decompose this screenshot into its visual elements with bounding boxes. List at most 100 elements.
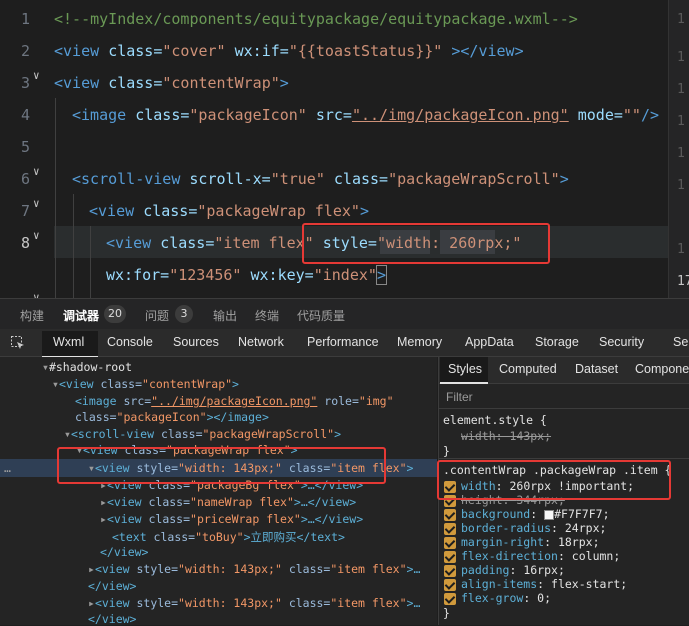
tree-node[interactable]: <text class="toBuy">立即购买</text>: [112, 529, 345, 545]
indent-guide: [90, 226, 91, 298]
tree-node-continuation: class="packageIcon"></image>: [75, 410, 269, 424]
tab-build[interactable]: 构建: [20, 307, 44, 324]
tab-storage[interactable]: Storage: [535, 335, 579, 349]
property-checkbox[interactable]: [444, 509, 456, 521]
line-number: 8: [20, 234, 30, 252]
tree-node[interactable]: ▸<view style="width: 143px;" class="item…: [88, 562, 420, 576]
tab-problems[interactable]: 问题: [145, 307, 169, 324]
line-number: 1: [677, 82, 685, 97]
tab-memory[interactable]: Memory: [397, 335, 442, 349]
css-prop-margin-right[interactable]: margin-right: 18rpx;: [461, 535, 600, 549]
tab-debugger[interactable]: 调试器: [63, 307, 99, 324]
tag-close: />: [640, 106, 660, 124]
expand-arrow-icon[interactable]: ▾: [42, 360, 49, 374]
code-line-9: wx:for="123456" wx:key="index">: [106, 265, 387, 285]
tab-terminal[interactable]: 终端: [255, 307, 279, 324]
fold-chevron-icon[interactable]: ∨: [33, 165, 40, 178]
attr: class=: [135, 106, 190, 124]
tag-open: <view: [106, 234, 161, 252]
property-checkbox[interactable]: [444, 551, 456, 563]
tab-sensors[interactable]: Sen: [673, 335, 689, 349]
tab-component[interactable]: Componen: [635, 362, 689, 376]
fold-chevron-icon[interactable]: ∨: [33, 197, 40, 210]
inspect-element-icon[interactable]: [10, 335, 26, 351]
expand-arrow-icon[interactable]: ▾: [64, 427, 71, 441]
styles-filter-input[interactable]: Filter: [439, 384, 689, 409]
tab-sources[interactable]: Sources: [173, 335, 219, 349]
tree-node[interactable]: ▸<view class="nameWrap flex">…</view>: [100, 495, 356, 509]
attr-value: "": [622, 106, 641, 124]
property-checkbox[interactable]: [444, 565, 456, 577]
indent-guide: [55, 98, 56, 298]
attr: class=: [160, 234, 215, 252]
attr-value: "packageWrap flex": [197, 202, 360, 220]
fold-chevron-icon[interactable]: ∨: [33, 291, 40, 298]
tab-output[interactable]: 输出: [213, 307, 237, 324]
attr-value: "item flex": [214, 234, 314, 252]
expand-arrow-icon[interactable]: ▾: [52, 377, 59, 391]
highlight-box-styles: [437, 460, 671, 500]
attr: wx:if=: [225, 42, 289, 60]
tree-node[interactable]: ▾<scroll-view class="packageWrapScroll">: [64, 427, 341, 441]
fold-chevron-icon[interactable]: ∨: [33, 69, 40, 82]
property-checkbox[interactable]: [444, 523, 456, 535]
attr-value: "packageIcon": [189, 106, 307, 124]
css-prop-background[interactable]: background: #F7F7F7;: [461, 507, 610, 521]
code-line-3: <view class="contentWrap">: [54, 74, 289, 92]
css-prop-padding[interactable]: padding: 16rpx;: [461, 563, 565, 577]
css-prop-flex-grow[interactable]: flex-grow: 0;: [461, 591, 551, 605]
tab-network[interactable]: Network: [238, 335, 284, 349]
property-checkbox[interactable]: [444, 579, 456, 591]
tab-computed[interactable]: Computed: [499, 362, 557, 376]
tab-code-quality[interactable]: 代码质量: [297, 307, 345, 324]
tab-performance[interactable]: Performance: [307, 335, 379, 349]
tree-node-close: </view>: [88, 612, 137, 626]
attr: class=: [108, 74, 163, 92]
expand-arrow-icon[interactable]: ▸: [88, 596, 95, 610]
property-checkbox[interactable]: [444, 537, 456, 549]
css-prop-border-radius[interactable]: border-radius: 24rpx;: [461, 521, 606, 535]
tag-open: <view: [54, 74, 109, 92]
element-style-selector: element.style {: [443, 413, 547, 427]
line-number: 1: [677, 114, 685, 129]
tab-wxml[interactable]: Wxml: [53, 335, 84, 349]
tab-styles[interactable]: Styles: [448, 362, 482, 376]
tab-security[interactable]: Security: [599, 335, 644, 349]
line-number: 2: [20, 42, 30, 60]
code-editor[interactable]: 1 2 3 4 5 6 7 8 ∨ ∨ ∨ ∨ ∨ <!--myIndex/co…: [0, 0, 689, 298]
attr-value: "{{toastStatus}}": [288, 42, 443, 60]
code-line-2: <view class="cover" wx:if="{{toastStatus…: [54, 42, 524, 60]
css-rule-close: }: [443, 606, 450, 620]
attr-value: "packageWrapScroll": [388, 170, 560, 188]
tree-node[interactable]: ▸<view class="priceWrap flex">…</view>: [100, 512, 363, 526]
property-checkbox[interactable]: [444, 593, 456, 605]
highlight-box-editor: [302, 223, 550, 264]
problems-count-badge: 3: [175, 305, 193, 323]
tree-node[interactable]: ▸<view style="width: 143px;" class="item…: [88, 596, 420, 610]
tab-dataset[interactable]: Dataset: [575, 362, 618, 376]
tree-node-shadow-root[interactable]: ▾#shadow-root: [42, 360, 132, 374]
tag-close: ></view>: [442, 42, 524, 60]
tree-node[interactable]: <image src="../img/packageIcon.png" role…: [75, 394, 394, 408]
element-style-prop[interactable]: width: 143px;: [461, 429, 551, 443]
tab-console[interactable]: Console: [107, 335, 153, 349]
expand-arrow-icon[interactable]: ▸: [100, 512, 107, 526]
expand-arrow-icon[interactable]: ▸: [100, 495, 107, 509]
more-options-icon[interactable]: …: [4, 461, 11, 475]
tag-open: <scroll-view: [72, 170, 190, 188]
css-prop-flex-direction[interactable]: flex-direction: column;: [461, 549, 620, 563]
code-line-4: <image class="packageIcon" src="../img/p…: [72, 106, 659, 124]
color-swatch[interactable]: [544, 509, 555, 520]
expand-arrow-icon[interactable]: ▸: [88, 562, 95, 576]
attr: wx:key=: [241, 266, 314, 284]
attr: class=: [108, 42, 163, 60]
attr-value: "index": [313, 266, 377, 284]
css-prop-align-items[interactable]: align-items: flex-start;: [461, 577, 627, 591]
attr: class=: [324, 170, 389, 188]
fold-chevron-icon[interactable]: ∨: [33, 229, 40, 242]
tab-appdata[interactable]: AppData: [465, 335, 514, 349]
line-number: 1: [677, 178, 685, 193]
line-number: 6: [20, 170, 30, 188]
attr-value-link[interactable]: "../img/packageIcon.png": [352, 106, 569, 124]
tree-node[interactable]: ▾<view class="contentWrap">: [52, 377, 239, 391]
